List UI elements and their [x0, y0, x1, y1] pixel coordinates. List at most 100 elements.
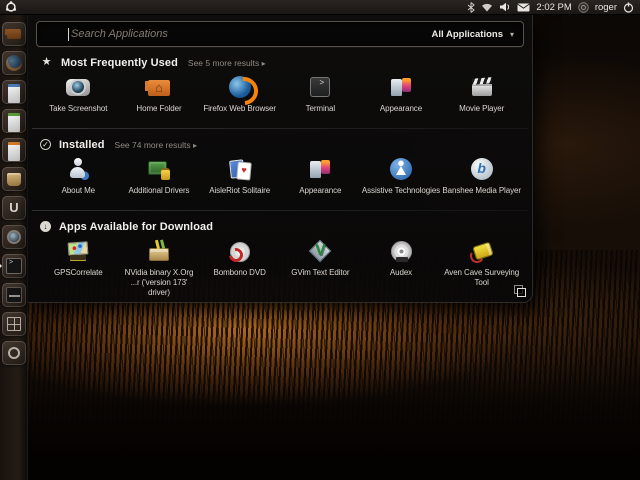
launcher-item-screenshot-camera[interactable]	[2, 225, 26, 249]
app-label: Bombono DVD	[213, 268, 266, 277]
clock[interactable]: 2:02 PM	[536, 2, 571, 13]
app-tile[interactable]: AisleRiot Solitaire	[199, 154, 280, 204]
see-more-link[interactable]: See 74 more results ▸	[115, 140, 197, 150]
app-label: Aven Cave Surveying Tool	[444, 268, 520, 287]
app-tile[interactable]: Movie Player	[441, 72, 522, 122]
launcher-item-firefox[interactable]	[2, 51, 26, 75]
app-tile[interactable]: Terminal	[280, 72, 361, 122]
app-label: Firefox Web Browser	[203, 104, 276, 113]
app-tile[interactable]: Additional Drivers	[119, 154, 200, 204]
section-header-installed: ✓ Installed See 74 more results ▸	[40, 138, 520, 151]
gvim-icon	[307, 238, 333, 264]
app-label: Home Folder	[136, 104, 182, 113]
gps-map-icon	[65, 238, 91, 264]
app-label: About Me	[61, 186, 96, 195]
expand-window-icon[interactable]	[514, 285, 526, 297]
drivers-board-icon	[146, 156, 172, 182]
app-tile[interactable]: About Me	[38, 154, 119, 204]
app-tile[interactable]: Appearance	[280, 154, 361, 204]
bluetooth-icon[interactable]	[467, 1, 476, 13]
dvd-disc-icon	[227, 238, 253, 264]
cd-disc-icon	[388, 238, 414, 264]
section-title: Installed	[59, 138, 105, 151]
launcher-item-workspace-switcher[interactable]	[2, 312, 26, 336]
user-menu-icon[interactable]	[578, 1, 589, 13]
volume-icon[interactable]	[499, 2, 511, 12]
filter-dropdown[interactable]: All Applications ▾	[432, 22, 514, 46]
app-label: AisleRiot Solitaire	[209, 186, 271, 195]
app-label: Additional Drivers	[128, 186, 190, 195]
app-tile[interactable]: GPSCorrelate	[38, 236, 119, 298]
banshee-icon	[469, 156, 495, 182]
arrow-right-icon: ▸	[192, 140, 197, 150]
username[interactable]: roger	[595, 2, 617, 13]
app-tile[interactable]: Appearance	[361, 72, 442, 122]
launcher-item-impress-presentation[interactable]	[2, 138, 26, 162]
launcher-item-audio-app[interactable]	[2, 283, 26, 307]
desktop: 2:02 PM roger U > Search Applications Al…	[0, 0, 640, 480]
app-label: NVidia binary X.Org ...r ('version 173' …	[124, 268, 194, 297]
launcher-item-terminal[interactable]	[0, 254, 26, 278]
section-header-available-download: ↓ Apps Available for Download	[40, 220, 520, 233]
download-circle-icon: ↓	[40, 221, 51, 232]
solitaire-cards-icon	[227, 156, 253, 182]
mail-icon[interactable]	[517, 3, 531, 12]
app-grid-installed: About Me Additional Drivers AisleRiot So…	[38, 154, 522, 204]
appearance-icon	[307, 156, 333, 182]
section-header-most-frequently-used: ★ Most Frequently Used See 5 more result…	[40, 56, 520, 69]
section-title: Most Frequently Used	[61, 56, 178, 69]
section-divider	[32, 210, 528, 211]
star-icon: ★	[41, 56, 52, 68]
launcher-item-calc-spreadsheet[interactable]	[2, 109, 26, 133]
arrow-right-icon: ▸	[261, 58, 266, 68]
app-label: GPSCorrelate	[54, 268, 103, 277]
launcher-item-ubuntu-one[interactable]	[2, 196, 26, 220]
launcher-item-home-folder[interactable]	[2, 22, 26, 46]
home-folder-icon	[146, 74, 172, 100]
app-label: Movie Player	[459, 104, 505, 113]
camera-icon	[65, 74, 91, 100]
section-divider	[32, 128, 528, 129]
power-icon[interactable]	[623, 2, 634, 13]
installed-check-icon: ✓	[40, 139, 51, 150]
app-tile[interactable]: GVim Text Editor	[280, 236, 361, 298]
appearance-icon	[388, 74, 414, 100]
dash-overlay: All Applications ▾ ★ Most Frequently Use…	[28, 15, 533, 303]
top-panel: 2:02 PM roger	[0, 0, 640, 15]
search-bar: All Applications ▾	[36, 21, 524, 47]
about-me-icon	[65, 156, 92, 182]
app-grid-available-download: GPSCorrelate NVidia binary X.Org ...r ('…	[38, 236, 522, 298]
app-label: Terminal	[305, 104, 336, 113]
app-tile[interactable]: Assistive Technologies	[361, 154, 442, 204]
see-more-link[interactable]: See 5 more results ▸	[188, 58, 266, 68]
accessibility-icon	[388, 156, 414, 182]
network-wifi-icon[interactable]	[481, 2, 493, 12]
app-label: GVim Text Editor	[291, 268, 350, 277]
app-tile[interactable]: Take Screenshot	[38, 72, 119, 122]
app-tile[interactable]: NVidia binary X.Org ...r ('version 173' …	[119, 236, 200, 298]
see-more-text: See 74 more results	[114, 139, 191, 150]
see-more-text: See 5 more results	[187, 57, 260, 68]
launcher-item-software-center[interactable]	[2, 167, 26, 191]
app-tile[interactable]: Banshee Media Player	[441, 154, 522, 204]
launcher-item-writer-document[interactable]	[2, 80, 26, 104]
app-label: Appearance	[299, 186, 342, 195]
launcher	[0, 15, 28, 480]
ubuntu-logo-icon[interactable]	[5, 1, 17, 13]
launcher-item-applications-lens[interactable]	[2, 341, 26, 365]
app-label: Banshee Media Player	[442, 186, 521, 195]
wallpaper-bottom-fade	[0, 390, 640, 480]
app-label: Take Screenshot	[49, 104, 108, 113]
app-tile[interactable]: Audex	[361, 236, 442, 298]
terminal-icon	[307, 74, 333, 100]
app-tile[interactable]: Aven Cave Surveying Tool	[441, 236, 522, 298]
section-title: Apps Available for Download	[59, 220, 214, 233]
app-label: Audex	[389, 268, 413, 277]
survey-device-icon	[469, 238, 495, 264]
app-tile[interactable]: Home Folder	[119, 72, 200, 122]
app-tile[interactable]: Bombono DVD	[199, 236, 280, 298]
app-tile[interactable]: Firefox Web Browser	[199, 72, 280, 122]
firefox-icon	[227, 74, 253, 100]
chevron-down-icon: ▾	[509, 29, 514, 39]
app-label: Assistive Technologies	[361, 186, 441, 195]
